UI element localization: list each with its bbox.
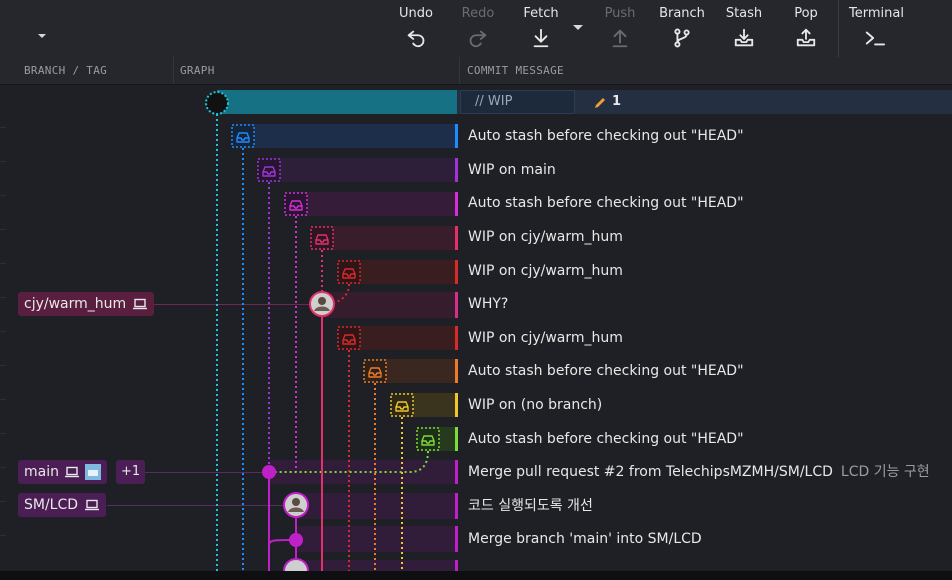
commit-row[interactable]: Merge branch 'main' into SM/LCD xyxy=(0,522,952,556)
commit-row[interactable]: Auto stash before checking out "HEAD" xyxy=(0,422,952,456)
pop-icon xyxy=(796,28,816,47)
push-label: Push xyxy=(604,6,636,21)
column-header: BRANCH / TAG GRAPH COMMIT MESSAGE xyxy=(0,57,952,85)
undo-button[interactable]: Undo xyxy=(394,0,438,57)
push-button[interactable]: Push xyxy=(598,0,642,57)
toolbar: Undo Redo Fetch Push Branch Stash Pop Te… xyxy=(0,0,952,58)
commit-message: Auto stash before checking out "HEAD" xyxy=(468,363,744,379)
branch-icon xyxy=(674,28,690,48)
commit-description: LCD 기능 구현 xyxy=(840,464,930,480)
commit-message: WIP on (no branch) xyxy=(468,397,603,413)
undo-label: Undo xyxy=(399,6,433,21)
commit-row[interactable]: Merge pull request #2 from TelechipsMZMH… xyxy=(0,455,952,489)
redo-button[interactable]: Redo xyxy=(456,0,500,57)
commit-row[interactable]: Auto stash before checking out "HEAD" xyxy=(0,354,952,388)
undo-icon xyxy=(407,30,425,48)
fetch-label: Fetch xyxy=(523,6,559,21)
commit-row[interactable]: WIP on cjy/warm_hum xyxy=(0,254,952,288)
column-branch-tag-label: BRANCH / TAG xyxy=(24,64,108,77)
commit-row[interactable]: WIP on main xyxy=(0,153,952,187)
commit-row[interactable]: WIP on (no branch) xyxy=(0,388,952,422)
commit-message: WIP on cjy/warm_hum xyxy=(468,330,623,346)
commit-row[interactable]: WIP on cjy/warm_hum xyxy=(0,321,952,355)
wip-label: // WIP xyxy=(475,94,513,109)
commit-row[interactable]: Auto stash before checking out "HEAD" xyxy=(0,119,952,153)
commit-message: WIP on main xyxy=(468,162,556,178)
column-branch-tag[interactable]: BRANCH / TAG xyxy=(0,57,174,84)
commit-row[interactable]: WHY? xyxy=(0,287,952,321)
column-commit-message[interactable]: COMMIT MESSAGE xyxy=(460,57,952,84)
commit-row[interactable]: 코드 실행되도록 개선 xyxy=(0,489,952,523)
commit-message: Auto stash before checking out "HEAD" xyxy=(468,431,744,447)
push-icon xyxy=(612,29,628,48)
column-commit-message-label: COMMIT MESSAGE xyxy=(467,64,564,77)
repo-dropdown-chevron-icon[interactable] xyxy=(34,28,50,44)
commit-graph: // WIP 1 cjy/warm_hum main +1 SM/LCD Aut… xyxy=(0,85,952,571)
commit-message: WIP on cjy/warm_hum xyxy=(468,263,623,279)
commit-row[interactable]: WIP on cjy/warm_hum xyxy=(0,220,952,254)
fetch-button[interactable]: Fetch xyxy=(518,0,564,57)
commit-row[interactable]: Auto stash before checking out "HEAD" xyxy=(0,186,952,220)
commit-message: Auto stash before checking out "HEAD" xyxy=(468,128,744,144)
commit-message: 코드 실행되도록 개선 xyxy=(468,498,593,514)
stash-icon xyxy=(734,28,754,47)
terminal-label: Terminal xyxy=(849,6,904,21)
redo-label: Redo xyxy=(461,6,495,21)
stash-label: Stash xyxy=(725,6,763,21)
stash-button[interactable]: Stash xyxy=(722,0,766,57)
commit-message: Merge branch 'main' into SM/LCD xyxy=(468,531,702,547)
commit-row[interactable] xyxy=(0,556,952,571)
bottom-bar xyxy=(0,571,952,580)
column-graph[interactable]: GRAPH xyxy=(174,57,460,84)
toolbar-separator xyxy=(838,0,839,57)
terminal-button[interactable]: Terminal xyxy=(846,0,908,57)
branch-label: Branch xyxy=(659,6,705,21)
column-graph-label: GRAPH xyxy=(180,64,215,77)
terminal-icon xyxy=(865,31,886,46)
fetch-dropdown-chevron-icon[interactable] xyxy=(570,20,586,36)
commit-message: WHY? xyxy=(468,296,509,312)
wip-change-count: 1 xyxy=(612,94,622,109)
redo-icon xyxy=(469,30,487,48)
branch-button[interactable]: Branch xyxy=(656,0,708,57)
commit-message-group: Merge pull request #2 from TelechipsMZMH… xyxy=(468,455,930,489)
commit-message: WIP on cjy/warm_hum xyxy=(468,229,623,245)
commit-message: Auto stash before checking out "HEAD" xyxy=(468,195,744,211)
pop-label: Pop xyxy=(794,6,818,21)
wip-row[interactable]: // WIP xyxy=(460,90,575,114)
pop-button[interactable]: Pop xyxy=(784,0,828,57)
pencil-icon xyxy=(595,98,605,108)
commit-message: Merge pull request #2 from TelechipsMZMH… xyxy=(468,464,833,480)
fetch-icon xyxy=(533,28,549,48)
